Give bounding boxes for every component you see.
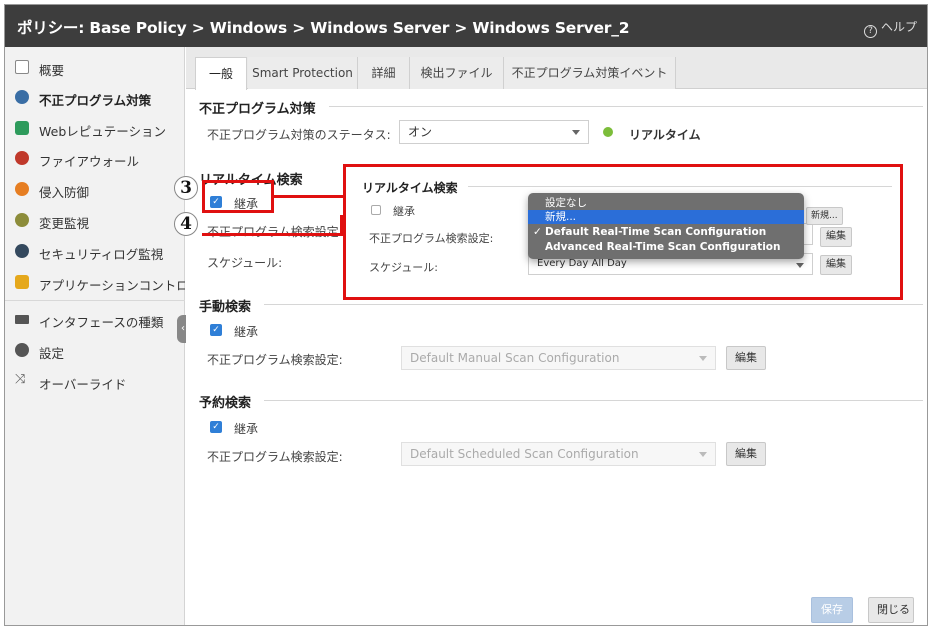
sidebar-item-anti-malware[interactable]: 不正プログラム対策 <box>5 83 185 113</box>
sidebar-item-label: 不正プログラム対策 <box>39 93 152 108</box>
sidebar-item-label: Webレピュテーション <box>39 124 167 139</box>
sidebar-item-integrity-monitoring[interactable]: 変更監視 <box>5 206 185 236</box>
anti-malware-status-value: オン <box>408 125 433 139</box>
status-dot-icon <box>603 127 613 137</box>
chevron-down-icon <box>796 263 804 268</box>
scheduled-section-title: 予約検索 <box>199 396 252 411</box>
monitor-icon <box>15 213 29 227</box>
tab-general[interactable]: 一般 <box>195 57 247 90</box>
anti-malware-status-label: 不正プログラム対策のステータス: <box>207 128 391 142</box>
sidebar-item-firewall[interactable]: ファイアウォール <box>5 144 185 174</box>
overlay-schedule-value: Every Day All Day <box>537 258 627 269</box>
tab-advanced[interactable]: 詳細 <box>358 57 410 89</box>
sidebar-item-overrides[interactable]: ⤨ オーバーライド <box>5 367 185 397</box>
dropdown-item-none[interactable]: 設定なし <box>528 196 804 210</box>
overlay-new-button[interactable]: 新規... <box>806 207 843 225</box>
overlay-realtime-title: リアルタイム検索 <box>362 181 458 195</box>
callout-box-4 <box>202 215 343 236</box>
anti-malware-section-title: 不正プログラム対策 <box>199 102 316 117</box>
scheduled-inherit-label: 継承 <box>234 422 259 436</box>
section-divider <box>468 186 892 187</box>
tab-bar: 一般 Smart Protection 詳細 検出ファイル 不正プログラム対策イ… <box>186 47 927 90</box>
tab-smart-protection[interactable]: Smart Protection <box>248 57 358 89</box>
help-label: ヘルプ <box>880 20 917 34</box>
manual-inherit-checkbox[interactable]: ✓ <box>210 324 222 336</box>
policy-window: ポリシー: Base Policy > Windows > Windows Se… <box>4 4 928 626</box>
firewall-icon <box>15 151 29 165</box>
sidebar-item-interface-types[interactable]: インタフェースの種類 <box>5 305 185 335</box>
sidebar-item-label: 概要 <box>39 63 65 78</box>
tab-identified-files[interactable]: 検出ファイル <box>410 57 504 89</box>
scheduled-edit-button[interactable]: 編集 <box>726 442 766 466</box>
biohazard-icon <box>15 90 29 104</box>
callout-badge-4: 4 <box>174 212 198 236</box>
manual-config-value: Default Manual Scan Configuration <box>410 351 620 365</box>
overlay-edit-button[interactable]: 編集 <box>820 227 852 247</box>
scheduled-inherit-checkbox[interactable]: ✓ <box>210 421 222 433</box>
overlay-inherit-checkbox[interactable] <box>371 205 381 215</box>
sidebar-separator <box>5 300 185 301</box>
search-icon <box>15 244 29 258</box>
callout-connector-3 <box>274 195 343 198</box>
tab-anti-malware-events[interactable]: 不正プログラム対策イベント <box>504 57 676 89</box>
realtime-schedule-label: スケジュール: <box>207 256 283 270</box>
callout-box-3 <box>202 180 274 213</box>
config-dropdown-menu: 設定なし 新規... ✓ Default Real-Time Scan Conf… <box>528 193 804 259</box>
section-divider <box>264 304 923 305</box>
close-button[interactable]: 閉じる <box>868 597 914 623</box>
clipboard-icon <box>15 60 29 74</box>
dropdown-item-default-realtime[interactable]: ✓ Default Real-Time Scan Configuration <box>528 225 804 239</box>
sidebar-item-label: セキュリティログ監視 <box>39 247 164 262</box>
sidebar-item-settings[interactable]: 設定 <box>5 336 185 366</box>
sidebar-item-application-control[interactable]: アプリケーションコントロール <box>5 268 185 298</box>
dropdown-item-label: Default Real-Time Scan Configuration <box>545 226 767 238</box>
interface-icon <box>15 315 29 324</box>
dropdown-item-advanced-realtime[interactable]: Advanced Real-Time Scan Configuration <box>528 240 804 254</box>
web-icon <box>15 121 29 135</box>
scheduled-config-select[interactable]: Default Scheduled Scan Configuration <box>401 442 716 466</box>
sidebar-item-label: 変更監視 <box>39 216 90 231</box>
dropdown-item-new[interactable]: 新規... <box>528 210 804 224</box>
sidebar-item-intrusion-prevention[interactable]: 侵入防御 <box>5 175 185 205</box>
anti-malware-status-select[interactable]: オン <box>399 120 589 144</box>
chevron-down-icon <box>699 452 707 457</box>
manual-section-title: 手動検索 <box>199 300 252 315</box>
sidebar-item-label: 侵入防御 <box>39 185 90 200</box>
chevron-down-icon <box>572 130 580 135</box>
sidebar-item-overview[interactable]: 概要 <box>5 53 185 83</box>
callout-badge-3: 3 <box>174 176 198 200</box>
sidebar-item-web-reputation[interactable]: Webレピュテーション <box>5 114 185 144</box>
shield-icon <box>15 182 29 196</box>
sidebar-item-label: 設定 <box>39 346 65 361</box>
scheduled-config-label: 不正プログラム検索設定: <box>207 450 343 464</box>
app-control-icon <box>15 275 29 289</box>
help-link[interactable]: ? ヘルプ <box>863 18 917 38</box>
title-bar: ポリシー: Base Policy > Windows > Windows Se… <box>5 5 927 47</box>
overlay-config-label: 不正プログラム検索設定: <box>369 232 494 245</box>
manual-edit-button[interactable]: 編集 <box>726 346 766 370</box>
sidebar-item-label: アプリケーションコントロール <box>39 278 185 293</box>
realtime-status-text: リアルタイム <box>629 128 701 142</box>
section-divider <box>329 106 923 107</box>
sidebar-item-label: インタフェースの種類 <box>39 315 164 330</box>
manual-config-label: 不正プログラム検索設定: <box>207 353 343 367</box>
help-icon: ? <box>863 25 877 38</box>
sidebar: 概要 不正プログラム対策 Webレピュテーション ファイアウォール 侵入防御 変… <box>5 47 185 625</box>
overlay-inherit-label: 継承 <box>393 205 415 218</box>
manual-config-select[interactable]: Default Manual Scan Configuration <box>401 346 716 370</box>
checkmark-icon: ✓ <box>533 226 542 238</box>
scheduled-config-value: Default Scheduled Scan Configuration <box>410 447 639 461</box>
save-button[interactable]: 保存 <box>811 597 853 623</box>
section-divider <box>264 400 923 401</box>
manual-inherit-label: 継承 <box>234 325 259 339</box>
sidebar-item-log-inspection[interactable]: セキュリティログ監視 <box>5 237 185 267</box>
overlay-schedule-edit-button[interactable]: 編集 <box>820 255 852 275</box>
gear-icon <box>15 343 29 357</box>
sidebar-item-label: ファイアウォール <box>39 154 140 169</box>
override-icon: ⤨ <box>15 372 26 387</box>
sidebar-item-label: オーバーライド <box>39 377 127 392</box>
overlay-schedule-label: スケジュール: <box>369 261 438 274</box>
window-title: ポリシー: Base Policy > Windows > Windows Se… <box>17 19 630 37</box>
chevron-down-icon <box>699 356 707 361</box>
